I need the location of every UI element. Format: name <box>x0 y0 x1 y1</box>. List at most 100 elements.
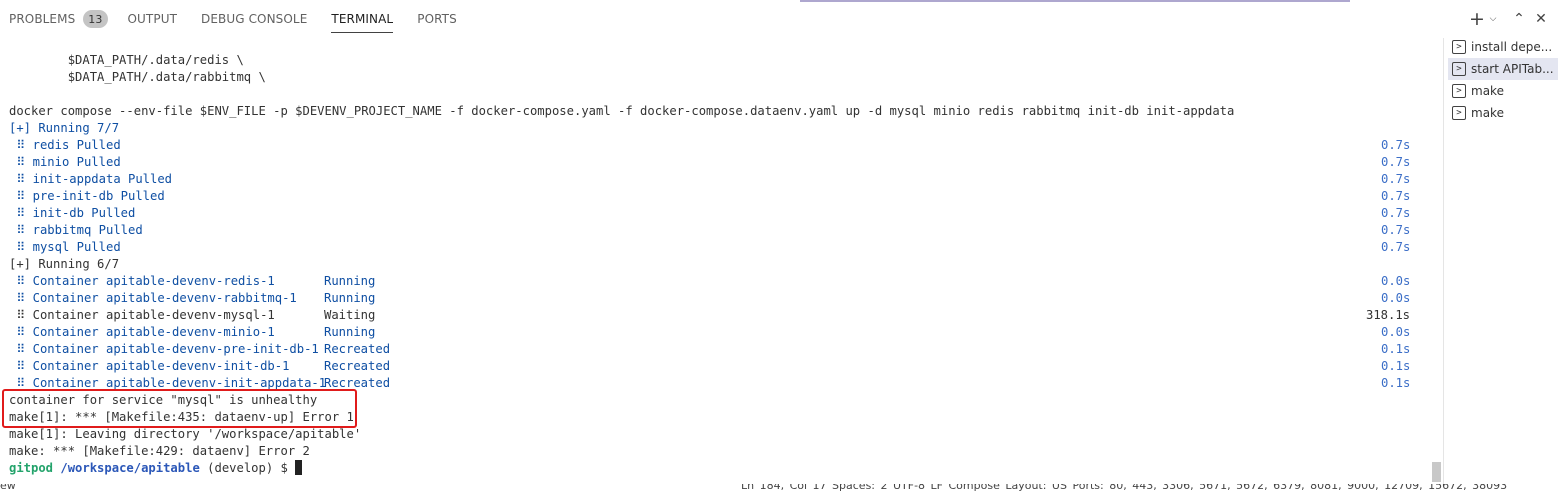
tab-terminal[interactable]: TERMINAL <box>331 0 393 38</box>
terminal-tab-label: start APITab... <box>1471 62 1554 76</box>
container-status: Running <box>324 291 376 305</box>
terminal-tab-install[interactable]: > install depe... <box>1448 36 1558 58</box>
chevron-up-icon[interactable]: ⌃ <box>1508 8 1530 30</box>
terminal-line: ⠿ init-db Pulled 0.7s <box>9 205 1429 222</box>
terminal-line: $DATA_PATH/.data/rabbitmq \ <box>9 70 266 84</box>
pull-entry: ⠿ pre-init-db Pulled <box>9 189 165 203</box>
terminal-tab-make-2[interactable]: > make <box>1448 102 1558 124</box>
terminal-tab-start[interactable]: > start APITab... <box>1448 58 1558 80</box>
tab-ports-label: PORTS <box>417 12 457 26</box>
terminal-tab-label: make <box>1471 106 1504 120</box>
container-status: Recreated <box>324 376 391 390</box>
container-entry: ⠿ Container apitable-devenv-rabbitmq-1 <box>9 291 297 305</box>
pull-entry: ⠿ init-appdata Pulled <box>9 172 173 186</box>
terminal-scrollbar[interactable] <box>1432 42 1441 482</box>
terminal-line: $DATA_PATH/.data/redis \ <box>9 53 244 67</box>
tab-problems[interactable]: PROBLEMS 13 <box>9 0 108 38</box>
duration: 0.7s <box>1381 155 1411 169</box>
container-status: Running <box>324 274 376 288</box>
terminal-icon: > <box>1452 84 1466 98</box>
duration: 0.1s <box>1381 376 1411 390</box>
container-status: Waiting <box>324 308 376 322</box>
container-entry: ⠿ Container apitable-devenv-init-db-1 <box>9 359 290 373</box>
terminal-icon: > <box>1452 62 1466 76</box>
container-status: Recreated <box>324 359 391 373</box>
prompt-path: /workspace/apitable <box>60 461 200 475</box>
panel-header: PROBLEMS 13 OUTPUT DEBUG CONSOLE TERMINA… <box>0 0 1558 38</box>
terminal-tabs-list: > install depe... > start APITab... > ma… <box>1448 38 1558 124</box>
status-left: ew <box>0 484 16 492</box>
tab-terminal-label: TERMINAL <box>331 12 394 26</box>
panel-actions: + ⌵ ⌃ ✕ <box>1468 0 1558 38</box>
terminal-tab-label: install depe... <box>1471 40 1553 54</box>
terminal-line: ⠿ Container apitable-devenv-redis-1 Runni… <box>9 273 1429 290</box>
duration: 0.7s <box>1381 240 1411 254</box>
terminal-line: [+] Running 6/7 <box>9 257 120 271</box>
error-line: container for service "mysql" is unhealt… <box>9 393 318 407</box>
tab-output-label: OUTPUT <box>127 12 178 26</box>
terminal-output[interactable]: $DATA_PATH/.data/redis \ $DATA_PATH/.dat… <box>9 52 1429 477</box>
terminal-line: make[1]: Leaving directory '/workspace/a… <box>9 427 362 441</box>
terminal-line: docker compose --env-file $ENV_FILE -p $… <box>9 104 1235 118</box>
container-entry: ⠿ Container apitable-devenv-init-appdata… <box>9 376 327 390</box>
terminal-line: ⠿ Container apitable-devenv-pre-init-db-… <box>9 341 1429 358</box>
close-icon[interactable]: ✕ <box>1530 8 1552 30</box>
prompt-user: gitpod <box>9 461 54 475</box>
chevron-down-icon[interactable]: ⌵ <box>1486 8 1500 30</box>
pull-entry: ⠿ rabbitmq Pulled <box>9 223 143 237</box>
duration: 0.1s <box>1381 342 1411 356</box>
terminal-line: ⠿ redis Pulled 0.7s <box>9 137 1429 154</box>
container-status: Running <box>324 325 376 339</box>
terminal-tab-label: make <box>1471 84 1504 98</box>
error-line: make[1]: *** [Makefile:435: dataenv-up] … <box>9 410 354 424</box>
duration: 0.0s <box>1381 291 1411 305</box>
terminal-line: ⠿ Container apitable-devenv-init-appdata… <box>9 375 1429 392</box>
container-entry: ⠿ Container apitable-devenv-mysql-1 <box>9 308 275 322</box>
panel-tabs: PROBLEMS 13 OUTPUT DEBUG CONSOLE TERMINA… <box>0 0 457 38</box>
pull-entry: ⠿ redis Pulled <box>9 138 121 152</box>
duration: 318.1s <box>1366 308 1411 322</box>
pull-entry: ⠿ mysql Pulled <box>9 240 121 254</box>
terminal-tab-make[interactable]: > make <box>1448 80 1558 102</box>
duration: 0.0s <box>1381 274 1411 288</box>
duration: 0.0s <box>1381 325 1411 339</box>
terminal-line: ⠿ minio Pulled 0.7s <box>9 154 1429 171</box>
shell-prompt[interactable]: gitpod /workspace/apitable (develop) $ <box>9 460 1429 477</box>
tab-problems-label: PROBLEMS <box>9 12 76 26</box>
duration: 0.7s <box>1381 138 1411 152</box>
scrollbar-thumb[interactable] <box>1432 462 1441 482</box>
duration: 0.7s <box>1381 189 1411 203</box>
terminal-line: ⠿ Container apitable-devenv-minio-1 Runni… <box>9 324 1429 341</box>
terminal-line: ⠿ init-appdata Pulled 0.7s <box>9 171 1429 188</box>
duration: 0.7s <box>1381 223 1411 237</box>
duration: 0.7s <box>1381 172 1411 186</box>
problems-count-badge: 13 <box>83 10 108 28</box>
prompt-branch: (develop) <box>207 461 274 475</box>
terminal-line: ⠿ rabbitmq Pulled 0.7s <box>9 222 1429 239</box>
plus-icon[interactable]: + <box>1468 8 1486 30</box>
duration: 0.1s <box>1381 359 1411 373</box>
terminal-icon: > <box>1452 106 1466 120</box>
tab-output[interactable]: OUTPUT <box>128 0 178 38</box>
status-bar: ew Ln 184, Col 17 Spaces: 2 UTF-8 LF Com… <box>0 484 1558 493</box>
terminal-line: ⠿ mysql Pulled 0.7s <box>9 239 1429 256</box>
terminal-line: ⠿ Container apitable-devenv-init-db-1 Rec… <box>9 358 1429 375</box>
pull-entry: ⠿ minio Pulled <box>9 155 121 169</box>
terminal-list-divider <box>1443 38 1444 484</box>
tab-debug-console[interactable]: DEBUG CONSOLE <box>201 0 307 38</box>
container-status: Recreated <box>324 342 391 356</box>
terminal-line: ⠿ pre-init-db Pulled 0.7s <box>9 188 1429 205</box>
terminal-line: ⠿ Container apitable-devenv-mysql-1 Waiti… <box>9 307 1429 324</box>
tab-ports[interactable]: PORTS <box>417 0 457 38</box>
terminal-line: [+] Running 7/7 <box>9 121 120 135</box>
status-right[interactable]: Ln 184, Col 17 Spaces: 2 UTF-8 LF Compos… <box>741 484 1507 492</box>
container-entry: ⠿ Container apitable-devenv-redis-1 <box>9 274 275 288</box>
terminal-line: ⠿ Container apitable-devenv-rabbitmq-1 Ru… <box>9 290 1429 307</box>
container-entry: ⠿ Container apitable-devenv-pre-init-db-… <box>9 342 319 356</box>
container-entry: ⠿ Container apitable-devenv-minio-1 <box>9 325 275 339</box>
duration: 0.7s <box>1381 206 1411 220</box>
editor-tab-strip-edge <box>800 0 1350 2</box>
terminal-cursor <box>295 460 303 475</box>
terminal-icon: > <box>1452 40 1466 54</box>
